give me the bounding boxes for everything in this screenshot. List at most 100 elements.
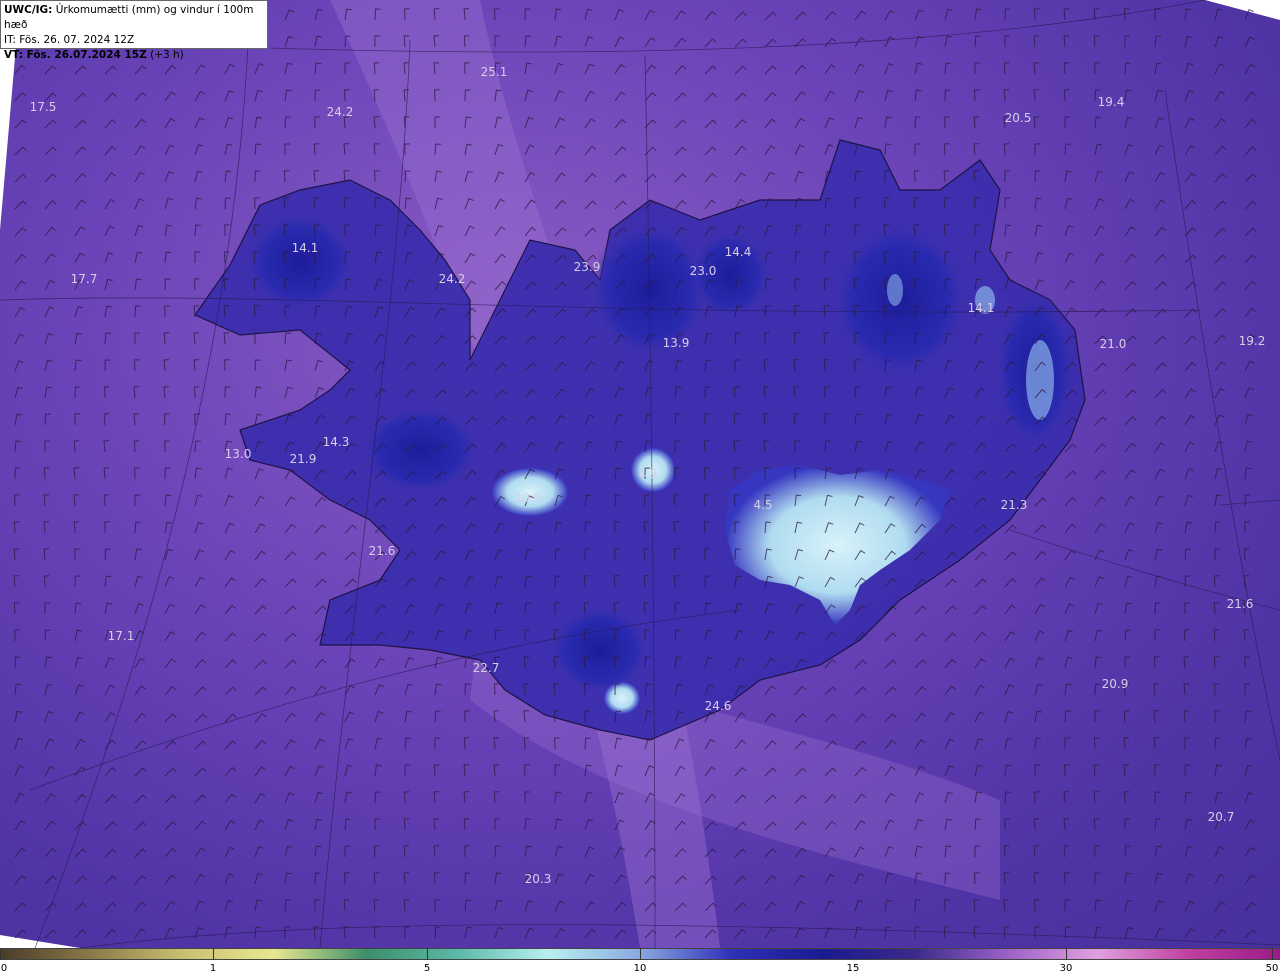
wind-barb: [44, 629, 51, 642]
colorbar-tick-mark: [427, 948, 428, 960]
wind-barb: [44, 656, 52, 669]
colorbar-tick-mark: [0, 948, 1, 960]
wind-barb: [584, 846, 595, 858]
wind-barb: [1214, 63, 1225, 75]
wind-barb: [1124, 845, 1131, 858]
wind-barb: [1124, 469, 1136, 480]
wind-barb: [314, 605, 327, 615]
wind-barb: [463, 764, 470, 777]
wind-barb: [103, 494, 110, 507]
wind-barb: [1063, 89, 1070, 102]
wind-barb: [434, 683, 442, 696]
myrdalsjokull-patch: [604, 682, 640, 714]
wind-barb: [74, 548, 80, 561]
wind-barb: [1124, 926, 1134, 939]
wind-barb: [824, 143, 834, 156]
wind-barb: [1213, 629, 1220, 642]
wind-barb: [1124, 253, 1137, 264]
wind-barb: [194, 794, 207, 804]
wind-barb: [224, 740, 237, 750]
wind-barb: [914, 9, 925, 21]
wind-barb: [134, 278, 142, 291]
wind-barb: [1154, 335, 1167, 345]
wind-barb: [74, 332, 83, 345]
wind-barb: [524, 8, 531, 21]
wind-barb: [584, 928, 597, 939]
colorbar-tick-label: 10: [633, 963, 647, 974]
wind-barb: [1004, 35, 1010, 48]
wind-barb: [1184, 8, 1192, 21]
wind-barb: [1154, 521, 1164, 534]
wind-barb: [284, 9, 295, 21]
wind-barb: [644, 9, 655, 21]
wind-barb: [734, 875, 747, 885]
wind-barb: [1124, 899, 1133, 912]
wind-barb: [1184, 388, 1196, 399]
wind-barb: [944, 116, 950, 129]
wind-barb: [134, 494, 141, 507]
wind-barb: [314, 765, 324, 777]
map-area[interactable]: 17.5 25.1 24.2 20.5 19.4 14.1 17.7 24.2 23.9 23.0…: [0, 0, 1280, 948]
wind-barb: [764, 901, 776, 912]
wind-barb: [403, 845, 410, 858]
wind-barb: [194, 117, 205, 129]
wind-barb: [224, 116, 234, 129]
wind-barb: [944, 578, 957, 588]
wind-barb: [134, 848, 147, 858]
wind-barb: [1153, 683, 1160, 696]
wind-barb: [1184, 62, 1194, 75]
wind-barb: [1034, 550, 1047, 561]
wind-barb: [1244, 387, 1254, 399]
wind-barb: [1244, 146, 1257, 156]
wind-barb: [1183, 656, 1190, 669]
wind-barb: [1094, 170, 1103, 183]
wind-barb: [1214, 873, 1225, 885]
wind-barb: [764, 118, 776, 129]
wind-barb: [194, 170, 203, 183]
wind-barb: [344, 711, 355, 723]
wind-barb: [554, 145, 566, 156]
wind-barb: [163, 359, 170, 372]
wind-barb: [764, 145, 776, 156]
wind-barb: [73, 467, 80, 480]
wind-barb: [824, 117, 835, 129]
wind-barb: [1184, 199, 1197, 210]
wind-barb: [1004, 8, 1011, 21]
wind-barb: [1154, 442, 1166, 453]
map-canvas: [0, 0, 1280, 948]
wind-barb: [554, 117, 565, 129]
wind-barb: [434, 710, 441, 723]
wind-barb: [1184, 335, 1197, 345]
wind-barb: [283, 170, 290, 183]
wind-barb: [1034, 630, 1045, 642]
wind-barb: [944, 899, 950, 912]
wind-barb: [1154, 62, 1162, 75]
wind-barb: [104, 225, 115, 237]
wind-barb: [614, 173, 627, 183]
wind-barb: [1064, 550, 1076, 561]
wind-barb: [224, 549, 236, 561]
wind-barb: [1004, 224, 1012, 237]
wind-barb: [1124, 198, 1135, 210]
wind-barb: [1034, 710, 1042, 723]
wind-barb: [493, 791, 500, 804]
wind-barb: [1124, 362, 1137, 372]
wind-barb: [644, 37, 656, 48]
wind-barb: [224, 467, 233, 480]
wind-barb: [854, 740, 867, 750]
vt-suffix: (+3 h): [150, 49, 184, 61]
wind-barb: [1033, 35, 1040, 48]
wind-barb: [1214, 173, 1227, 183]
wind-barb: [1064, 576, 1075, 588]
wind-barb: [1214, 118, 1226, 129]
wind-barb: [194, 740, 207, 750]
wind-barb: [104, 657, 115, 669]
wind-barb: [1034, 8, 1040, 21]
wind-barb: [1154, 226, 1167, 237]
wind-barb: [194, 197, 202, 210]
wind-barb: [1004, 791, 1011, 804]
wind-barb: [104, 712, 116, 723]
wind-barb: [1094, 307, 1107, 318]
wind-barb: [1184, 521, 1192, 534]
wind-barb: [194, 631, 207, 642]
